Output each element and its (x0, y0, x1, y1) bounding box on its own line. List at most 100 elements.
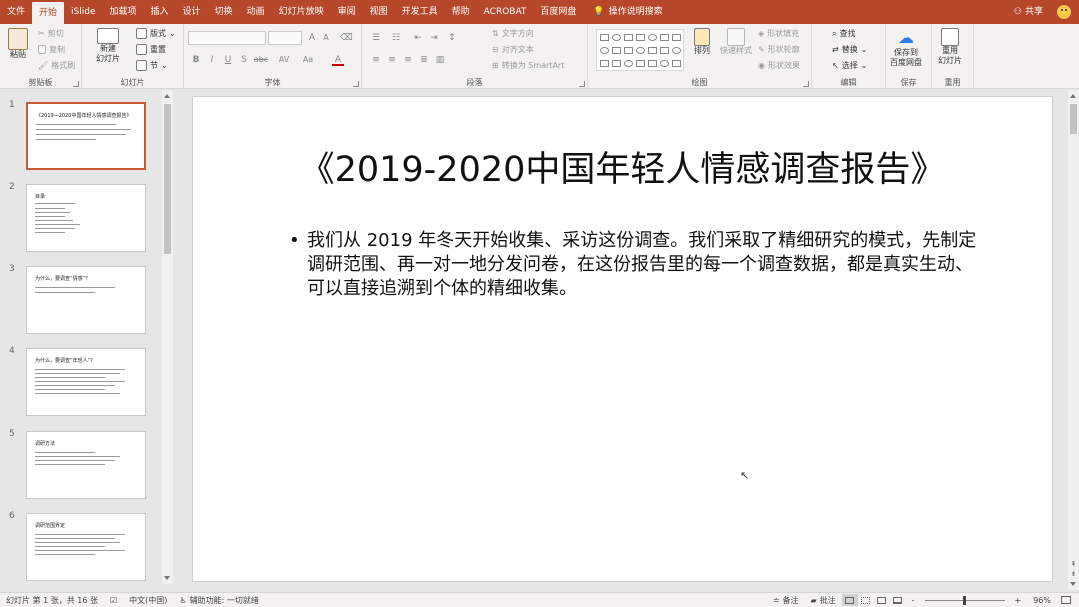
slide-sorter-button[interactable] (858, 594, 874, 606)
shape-icon[interactable] (624, 60, 633, 67)
line-spacing-icon[interactable]: ↕ (446, 32, 458, 44)
notes-button[interactable]: ≐ 备注 (767, 595, 805, 606)
tab-6[interactable]: 切换 (208, 0, 240, 24)
shape-fill-button[interactable]: ◈ 形状填充 (758, 28, 799, 39)
smartart-button[interactable]: ⊞ 转换为 SmartArt (492, 60, 564, 71)
text-direction-button[interactable]: ⇅ 文字方向 (492, 28, 534, 39)
zoom-level[interactable]: 96% (1027, 596, 1057, 605)
zoom-slider[interactable] (924, 595, 1005, 605)
slide-thumbnail[interactable]: 调研方法 (26, 431, 146, 499)
shape-icon[interactable] (672, 60, 681, 67)
reset-button[interactable]: 重置 (136, 44, 166, 55)
replace-button[interactable]: ⇄ 替换 ⌄ (832, 44, 867, 55)
strikethrough-button[interactable]: abc (252, 54, 270, 66)
shape-icon[interactable] (600, 34, 609, 41)
font-size-dropdown[interactable] (268, 31, 302, 45)
normal-view-button[interactable] (841, 594, 858, 606)
drawing-launcher-icon[interactable] (803, 81, 809, 87)
tab-14[interactable]: 百度网盘 (533, 0, 583, 24)
section-button[interactable]: 节 ⌄ (136, 60, 168, 71)
shape-icon[interactable] (660, 34, 669, 41)
scroll-down-icon[interactable] (164, 576, 170, 580)
slide-thumbnail[interactable]: 调研范围界定 (26, 513, 146, 581)
shadow-button[interactable]: S (238, 54, 250, 66)
justify-icon[interactable]: ≣ (418, 54, 430, 66)
slide-thumbnail[interactable]: 为什么，要调查“情感”？ (26, 266, 146, 334)
cut-button[interactable]: ✂ 剪切 (38, 28, 64, 39)
zoom-out-button[interactable]: - (906, 596, 921, 605)
language-indicator[interactable]: 中文(中国) (123, 595, 173, 606)
comments-button[interactable]: ▰ 批注 (804, 595, 841, 606)
new-slide-button[interactable]: 新建 幻灯片 (96, 28, 120, 64)
shape-icon[interactable] (636, 47, 645, 54)
numbering-icon[interactable]: ☷ (390, 32, 402, 44)
fit-to-window-icon[interactable] (1061, 596, 1071, 604)
shapes-gallery[interactable] (596, 29, 684, 71)
tab-2[interactable]: iSlide (64, 0, 102, 24)
shape-icon[interactable] (672, 34, 681, 41)
font-name-dropdown[interactable] (188, 31, 266, 45)
slide-bullet[interactable]: • 我们从 2019 年冬天开始收集、采访这份调查。我们采取了精细研究的模式，先… (289, 229, 979, 301)
reading-view-button[interactable] (874, 594, 890, 606)
shape-outline-button[interactable]: ✎ 形状轮廓 (758, 44, 800, 55)
reuse-slides-button[interactable]: 重用 幻灯片 (938, 28, 962, 66)
scrollbar-thumb[interactable] (1070, 104, 1077, 134)
change-case-button[interactable]: Aa (300, 54, 316, 66)
tab-5[interactable]: 设计 (176, 0, 208, 24)
zoom-slider-knob[interactable] (962, 595, 966, 605)
align-center-icon[interactable]: ≡ (386, 54, 398, 66)
zoom-in-button[interactable]: + (1009, 596, 1028, 605)
layout-button[interactable]: 版式 ⌄ (136, 28, 176, 39)
clear-format-icon[interactable]: ⌫ (340, 32, 353, 44)
shape-icon[interactable] (672, 47, 681, 54)
slide-thumbnail[interactable]: 为什么，要调查“年轻人”？ (26, 348, 146, 416)
feedback-smiley-icon[interactable] (1057, 5, 1071, 19)
increase-indent-icon[interactable]: ⇥ (428, 32, 440, 44)
scrollbar-thumb[interactable] (164, 104, 171, 254)
shape-icon[interactable] (636, 34, 645, 41)
underline-button[interactable]: U (222, 54, 234, 66)
clipboard-launcher-icon[interactable] (73, 81, 79, 87)
bold-button[interactable]: B (190, 54, 202, 66)
font-launcher-icon[interactable] (353, 81, 359, 87)
tab-3[interactable]: 加载项 (103, 0, 144, 24)
shape-icon[interactable] (660, 60, 669, 67)
tab-7[interactable]: 动画 (240, 0, 272, 24)
shape-icon[interactable] (624, 47, 633, 54)
shape-icon[interactable] (624, 34, 633, 41)
copy-button[interactable]: 复制 (38, 44, 65, 55)
quick-styles-button[interactable]: 快速样式 (720, 28, 752, 56)
tab-9[interactable]: 审阅 (331, 0, 363, 24)
tab-12[interactable]: 帮助 (445, 0, 477, 24)
align-text-button[interactable]: ⊟ 对齐文本 (492, 44, 534, 55)
shape-icon[interactable] (600, 60, 609, 67)
align-right-icon[interactable]: ≡ (402, 54, 414, 66)
slide-thumbnail[interactable]: 《2019—2020中国年轻人情感调查报告》 (26, 102, 146, 170)
columns-icon[interactable]: ▥ (434, 54, 446, 66)
shape-icon[interactable] (660, 47, 669, 54)
previous-slide-icon[interactable]: ⇞ (1070, 560, 1077, 568)
slide-thumbnail[interactable]: 目录 (26, 184, 146, 252)
bullets-icon[interactable]: ☰ (370, 32, 382, 44)
spellcheck-icon[interactable]: ☑ (104, 596, 123, 605)
paragraph-launcher-icon[interactable] (579, 81, 585, 87)
slide-scrollbar[interactable]: ⇞ ⇟ (1068, 90, 1079, 590)
char-spacing-button[interactable]: AV (276, 54, 292, 66)
font-color-button[interactable]: A (332, 54, 344, 66)
share-button[interactable]: ⚇ 共享 (1006, 0, 1051, 24)
tab-0[interactable]: 文件 (0, 0, 32, 24)
accessibility-status[interactable]: ♿ 辅助功能: 一切就绪 (173, 595, 264, 606)
scroll-down-icon[interactable] (1070, 582, 1076, 586)
slide-canvas[interactable]: 《2019-2020中国年轻人情感调查报告》 • 我们从 2019 年冬天开始收… (192, 96, 1053, 582)
shrink-font-button[interactable]: A (320, 32, 332, 44)
shape-icon[interactable] (648, 47, 657, 54)
tab-13[interactable]: ACROBAT (477, 0, 534, 24)
tell-me-search[interactable]: 💡 操作说明搜索 (583, 0, 672, 24)
select-button[interactable]: ↖ 选择 ⌄ (832, 60, 867, 71)
thumbnail-scrollbar[interactable] (162, 90, 173, 584)
tab-10[interactable]: 视图 (363, 0, 395, 24)
find-button[interactable]: ⌕ 查找 (832, 28, 855, 39)
slideshow-button[interactable] (890, 594, 906, 606)
tab-8[interactable]: 幻灯片放映 (272, 0, 331, 24)
shape-icon[interactable] (648, 34, 657, 41)
